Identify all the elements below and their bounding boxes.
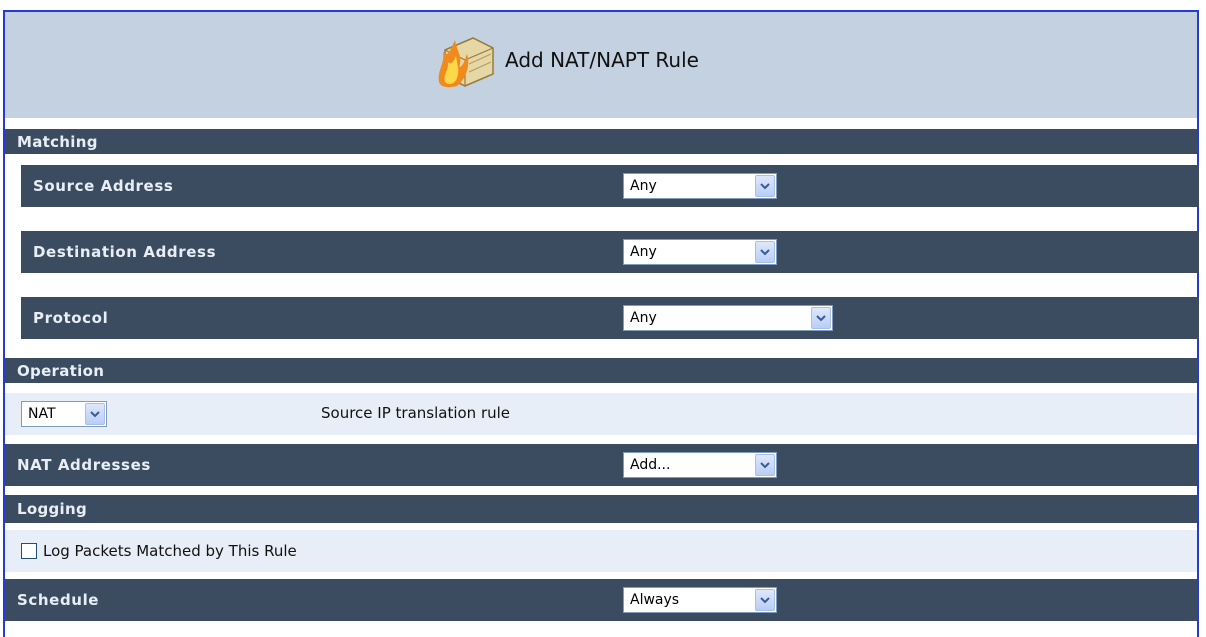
nat-addresses-value: Add... [630, 457, 671, 473]
protocol-select[interactable]: Any [623, 305, 833, 331]
nat-addresses-select[interactable]: Add... [623, 452, 777, 478]
source-address-label: Source Address [33, 177, 174, 195]
chevron-down-icon[interactable] [811, 307, 831, 329]
section-matching: Matching [5, 129, 1197, 154]
chevron-down-icon[interactable] [755, 241, 775, 263]
dialog-frame: Add NAT/NAPT Rule Matching Source Addres… [3, 10, 1199, 637]
section-operation-label: Operation [17, 361, 105, 380]
schedule-value: Always [630, 592, 680, 608]
log-packets-checkbox[interactable] [21, 543, 37, 559]
schedule-select[interactable]: Always [623, 587, 777, 613]
source-address-select[interactable]: Any [623, 173, 777, 199]
destination-address-label: Destination Address [33, 243, 217, 261]
nat-addresses-label: NAT Addresses [17, 456, 151, 474]
section-matching-label: Matching [17, 132, 98, 151]
title-area: Add NAT/NAPT Rule [435, 30, 699, 90]
source-address-value: Any [630, 178, 657, 194]
section-logging: Logging [5, 495, 1197, 523]
nat-addresses-row: NAT Addresses Add... [5, 444, 1197, 486]
chevron-down-icon[interactable] [755, 175, 775, 197]
section-operation: Operation [5, 358, 1197, 383]
section-logging-label: Logging [17, 500, 87, 518]
chevron-down-icon[interactable] [755, 454, 775, 476]
destination-address-value: Any [630, 244, 657, 260]
header-band: Add NAT/NAPT Rule [5, 12, 1197, 118]
schedule-row: Schedule Always [5, 579, 1197, 621]
destination-address-row: Destination Address Any [21, 231, 1199, 273]
chevron-down-icon[interactable] [85, 403, 105, 425]
schedule-label: Schedule [17, 591, 100, 609]
source-address-row: Source Address Any [21, 165, 1199, 207]
page-title: Add NAT/NAPT Rule [505, 48, 699, 72]
operation-type-select[interactable]: NAT [21, 401, 107, 427]
operation-description: Source IP translation rule [321, 404, 511, 422]
protocol-label: Protocol [33, 309, 109, 327]
operation-row: NAT Source IP translation rule [5, 393, 1197, 435]
protocol-row: Protocol Any [21, 297, 1199, 339]
firewall-icon [438, 37, 494, 88]
chevron-down-icon[interactable] [755, 589, 775, 611]
log-packets-label[interactable]: Log Packets Matched by This Rule [43, 542, 297, 560]
protocol-value: Any [630, 310, 657, 326]
destination-address-select[interactable]: Any [623, 239, 777, 265]
logging-row: Log Packets Matched by This Rule [5, 530, 1197, 572]
operation-type-value: NAT [28, 406, 56, 422]
